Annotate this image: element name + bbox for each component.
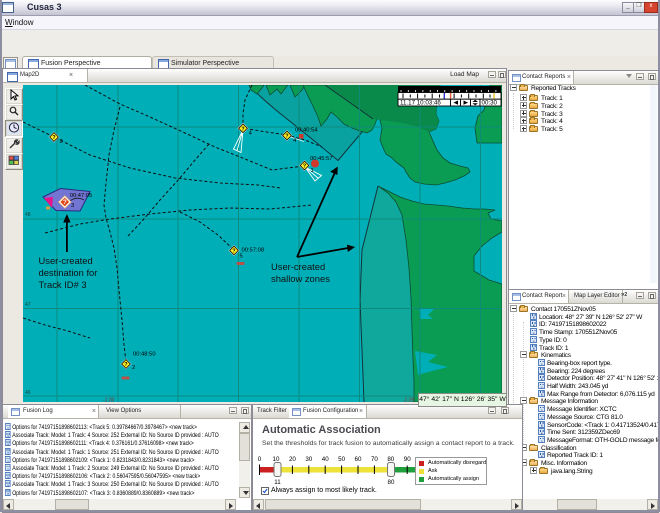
svg-text:46: 46: [25, 390, 31, 396]
svg-text:00:45:57: 00:45:57: [310, 156, 333, 162]
svg-text:?: ?: [285, 134, 288, 140]
svg-text:5: 5: [240, 254, 243, 260]
svg-text:00:30: 00:30: [482, 100, 498, 107]
svg-text:2: 2: [60, 139, 63, 145]
svg-text:-1:30: -1:30: [103, 398, 115, 403]
svg-text:11.17 10:03:46: 11.17 10:03:46: [400, 100, 441, 107]
svg-text:?: ?: [52, 135, 55, 141]
svg-text:2: 2: [132, 365, 135, 371]
svg-text:80: 80: [387, 456, 394, 463]
svg-text:1: 1: [311, 168, 314, 174]
svg-text:?: ?: [303, 164, 306, 170]
svg-text:0: 0: [258, 456, 262, 463]
svg-text:?: ?: [124, 362, 127, 368]
svg-text:90: 90: [404, 456, 411, 463]
svg-text:80: 80: [388, 479, 395, 486]
svg-text:?: ?: [241, 126, 244, 132]
svg-text:shallow zones: shallow zones: [271, 273, 330, 284]
svg-text:00:40:54: 00:40:54: [295, 128, 318, 134]
svg-text:?: ?: [232, 249, 235, 255]
svg-text:-1:26: -1:26: [403, 398, 415, 403]
svg-text:00:57:08: 00:57:08: [242, 248, 265, 254]
svg-text:00:48:50: 00:48:50: [133, 352, 156, 358]
svg-text:40: 40: [322, 456, 329, 463]
svg-text:60: 60: [355, 456, 362, 463]
svg-text:3: 3: [71, 203, 74, 209]
svg-text:?: ?: [63, 200, 67, 206]
svg-text:20: 20: [289, 456, 296, 463]
svg-text:70: 70: [371, 456, 378, 463]
svg-text:30: 30: [305, 456, 312, 463]
svg-text:50: 50: [338, 456, 345, 463]
svg-text:10: 10: [273, 456, 280, 463]
svg-text:User-created: User-created: [271, 261, 325, 272]
svg-text:User-created: User-created: [39, 255, 93, 266]
svg-text:11: 11: [274, 479, 281, 486]
svg-text:48: 48: [25, 212, 31, 218]
svg-text:destination for: destination for: [39, 267, 98, 278]
svg-text:Track ID# 3: Track ID# 3: [39, 279, 87, 290]
svg-text:00:47:05: 00:47:05: [70, 193, 93, 199]
svg-text:47: 47: [25, 302, 31, 308]
